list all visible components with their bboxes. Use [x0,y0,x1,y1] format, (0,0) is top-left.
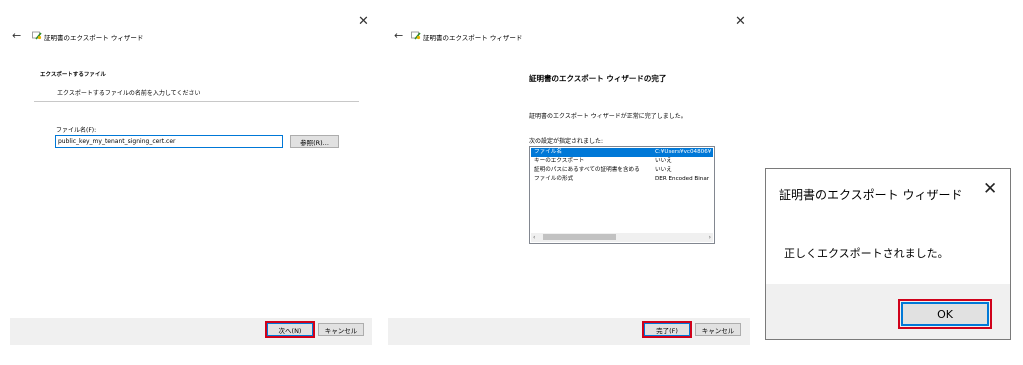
close-icon[interactable]: ✕ [983,181,997,198]
list-item[interactable]: ファイル名 C:¥Users¥vc04806¥ [531,148,713,157]
list-item[interactable]: ファイルの形式 DER Encoded Binar [531,175,713,184]
certificate-icon [32,31,42,40]
completion-heading: 証明書のエクスポート ウィザードの完了 [529,74,667,83]
cancel-button[interactable]: キャンセル [318,323,364,336]
settings-list[interactable]: ファイル名 C:¥Users¥vc04806¥ キーのエクスポート いいえ 証明… [529,146,715,244]
back-arrow-icon[interactable]: ← [12,30,21,41]
finish-button-highlight [642,321,692,338]
file-name-label: ファイル名(F): [56,127,97,134]
section-heading: エクスポートするファイル [40,72,106,78]
export-file-wizard: ✕ ← 証明書のエクスポート ウィザード エクスポートするファイル エクスポート… [10,8,372,345]
horizontal-scrollbar[interactable]: ‹ › [531,233,713,242]
close-icon[interactable]: ✕ [735,15,746,28]
header-divider [34,101,359,102]
dialog-message: 正しくエクスポートされました。 [784,247,949,260]
scroll-left-icon[interactable]: ‹ [533,233,535,242]
completion-message: 証明書のエクスポート ウィザードが正常に完了しました。 [529,113,687,120]
export-success-dialog: 証明書のエクスポート ウィザード ✕ 正しくエクスポートされました。 OK [765,168,1011,340]
settings-label: 次の設定が指定されました: [529,138,604,145]
ok-button-highlight [898,299,992,329]
export-complete-wizard: ✕ ← 証明書のエクスポート ウィザード 証明書のエクスポート ウィザードの完了… [388,8,750,345]
back-arrow-icon[interactable]: ← [394,30,403,41]
certificate-icon [411,31,421,40]
list-item[interactable]: キーのエクスポート いいえ [531,157,713,166]
section-description: エクスポートするファイルの名前を入力してください [57,90,201,97]
browse-button[interactable]: 参照(R)... [290,135,339,148]
next-button-highlight [265,321,315,338]
wizard-title: 証明書のエクスポート ウィザード [44,34,144,42]
close-icon[interactable]: ✕ [358,15,369,28]
scroll-right-icon[interactable]: › [709,233,711,242]
scrollbar-thumb[interactable] [543,234,616,240]
cancel-button[interactable]: キャンセル [695,323,741,336]
list-item[interactable]: 証明のパスにあるすべての証明書を含める いいえ [531,166,713,175]
file-name-input[interactable]: public_key_my_tenant_signing_cert.cer [55,135,283,148]
wizard-title: 証明書のエクスポート ウィザード [423,34,523,42]
file-name-value: public_key_my_tenant_signing_cert.cer [58,138,176,145]
dialog-title: 証明書のエクスポート ウィザード [779,188,963,202]
